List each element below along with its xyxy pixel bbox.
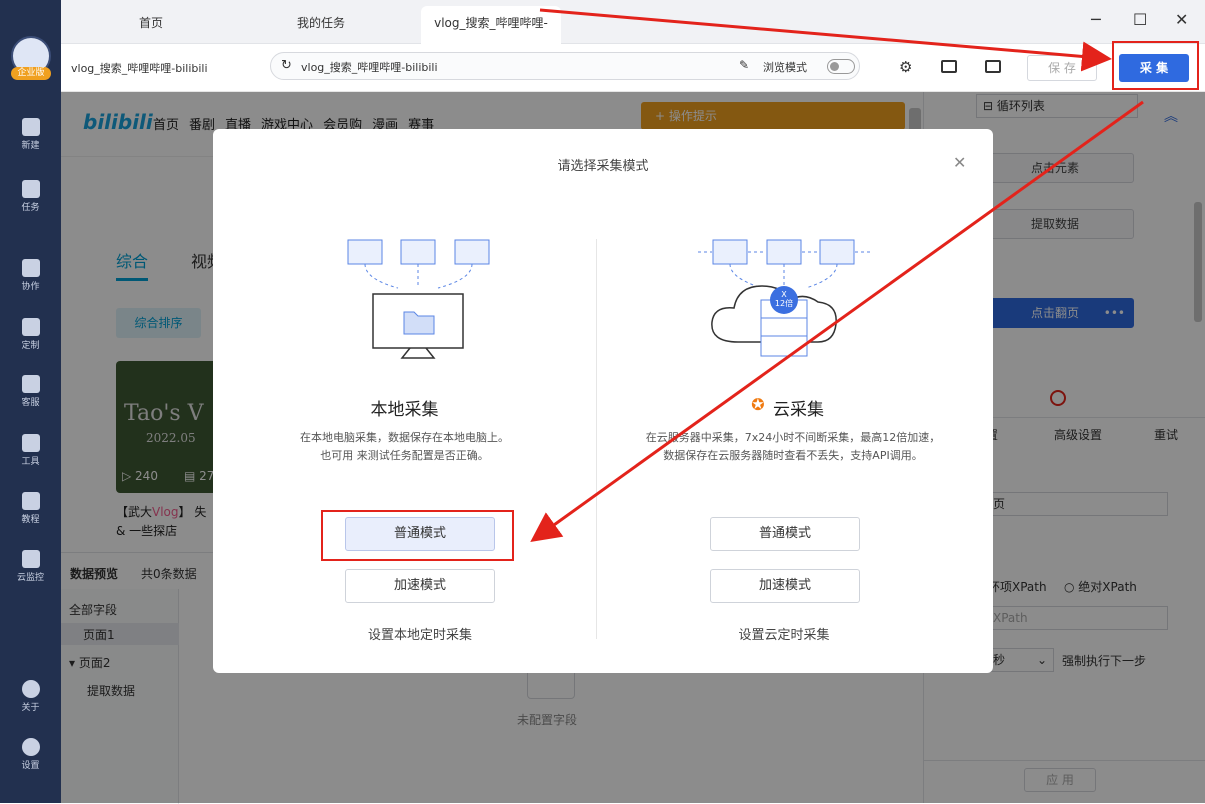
annotation-arrows [530, 8, 1144, 542]
arrow-to-collect [539, 8, 1112, 72]
arrow-to-normal-mode [530, 100, 1144, 542]
